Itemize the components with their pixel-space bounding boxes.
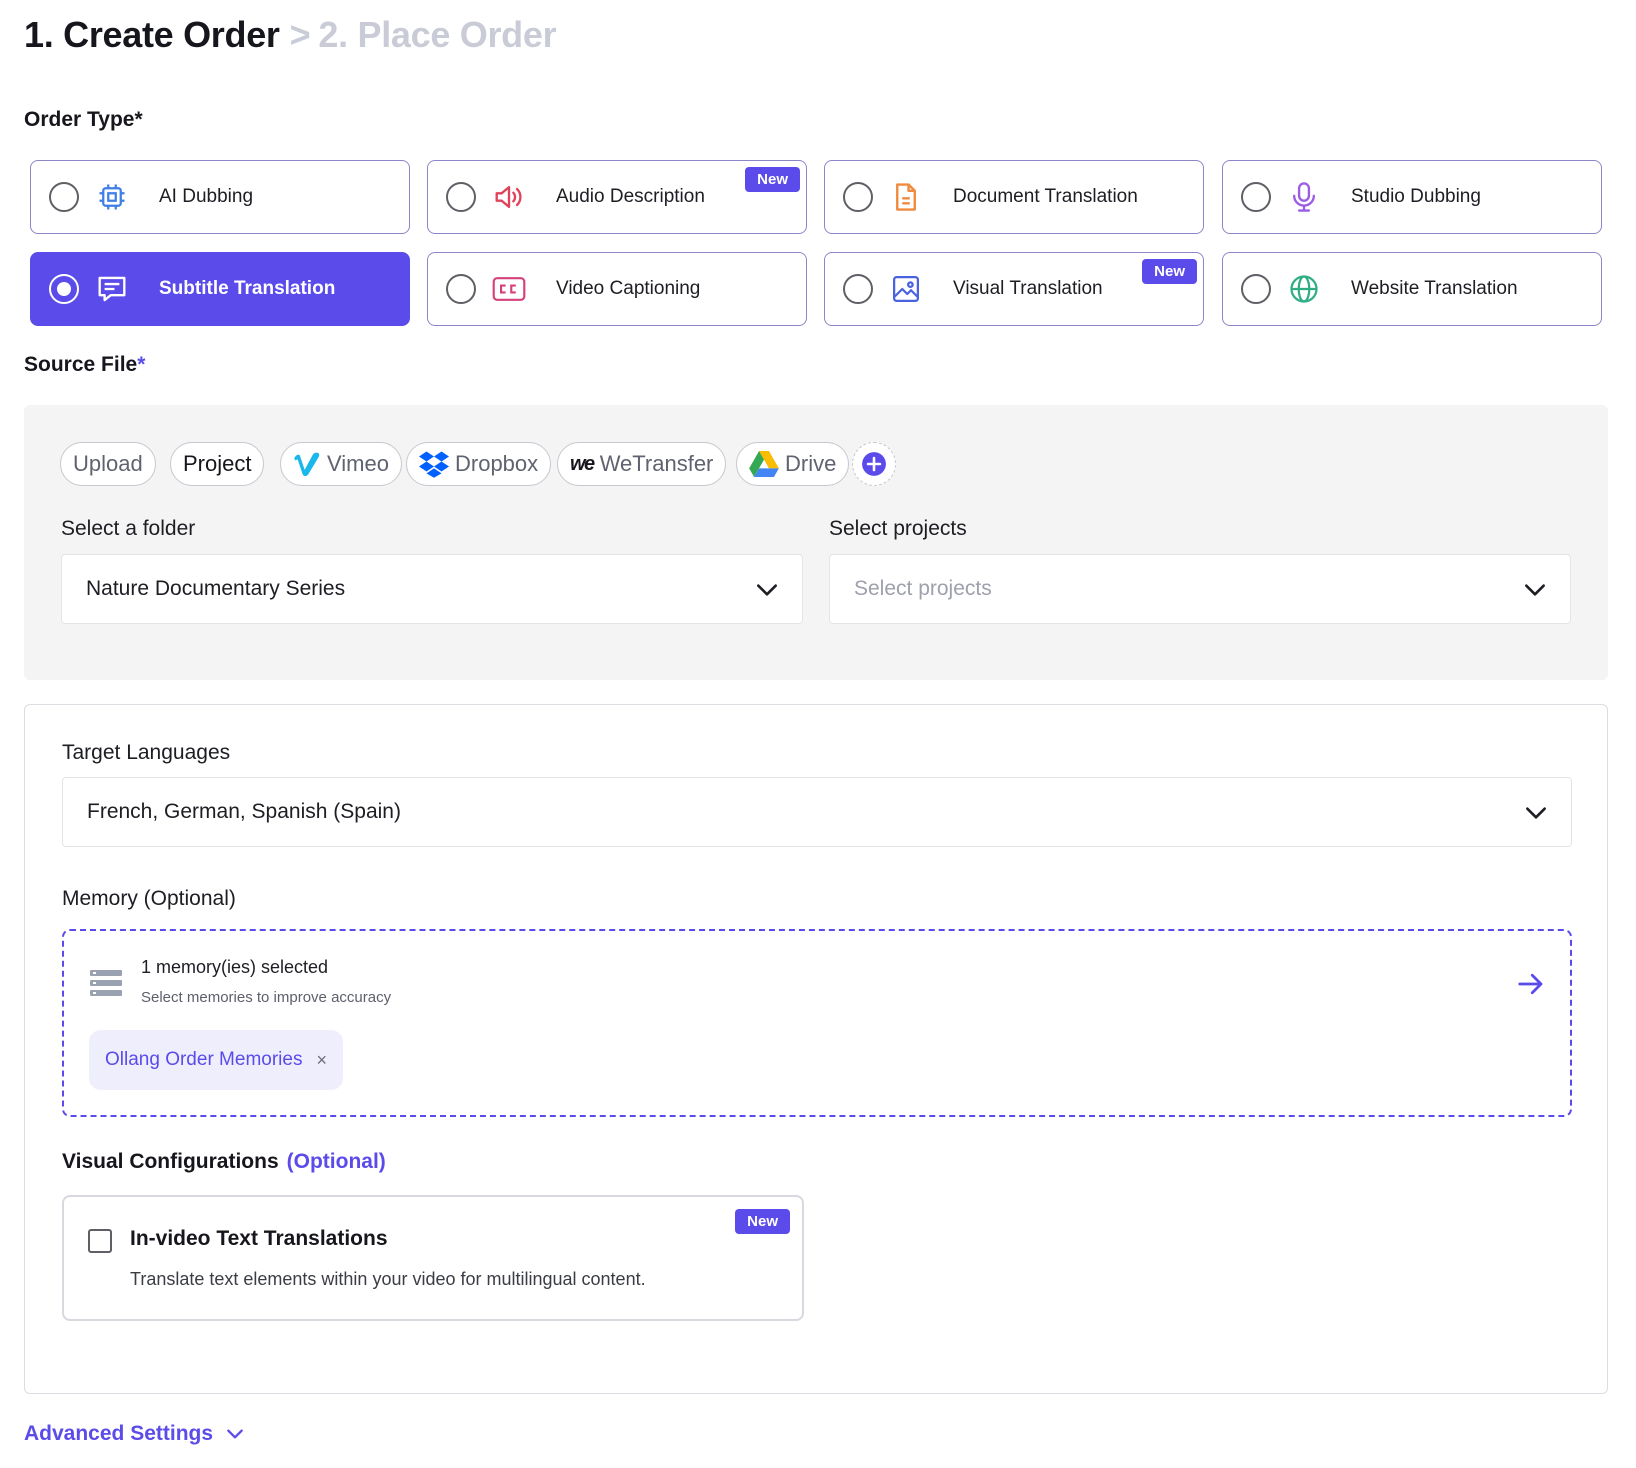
source-tab-drive[interactable]: Drive [736,442,850,486]
in-video-text-title: In-video Text Translations [130,1227,388,1250]
in-video-text-card[interactable]: In-video Text Translations Translate tex… [62,1195,804,1321]
globe-icon [1287,272,1321,306]
wetransfer-icon: we [570,452,595,475]
folder-label: Select a folder [61,517,196,540]
step-create-order: 1. Create Order [24,14,280,55]
image-icon [889,272,923,306]
order-type-label: Order Type* [24,108,143,131]
order-type-label-text: Audio Description [556,186,705,207]
add-source-button[interactable] [852,442,896,486]
radio-icon [49,274,79,304]
radio-icon [446,182,476,212]
order-type-visual-translation[interactable]: Visual Translation New [824,252,1204,326]
folder-select[interactable]: Nature Documentary Series [61,554,803,624]
in-video-text-desc: Translate text elements within your vide… [130,1269,646,1289]
arrow-right-icon[interactable] [1516,969,1546,1004]
vimeo-icon [293,451,321,477]
projects-label: Select projects [829,517,967,540]
radio-icon [843,274,873,304]
radio-icon [1241,274,1271,304]
order-type-studio-dubbing[interactable]: Studio Dubbing [1222,160,1602,234]
source-file-panel: Upload Project Vimeo Dropbox we WeTransf… [24,405,1608,680]
memory-selector[interactable]: 1 memory(ies) selected Select memories t… [62,929,1572,1117]
cc-icon [492,272,526,306]
order-type-website-translation[interactable]: Website Translation [1222,252,1602,326]
target-languages-select[interactable]: French, German, Spanish (Spain) [62,777,1572,847]
plus-circle-icon [862,452,886,476]
order-type-label-text: Video Captioning [556,278,701,299]
radio-icon [49,182,79,212]
advanced-settings-toggle[interactable]: Advanced Settings [24,1422,245,1446]
new-badge: New [1142,259,1197,284]
document-icon [889,180,923,214]
order-type-document-translation[interactable]: Document Translation [824,160,1204,234]
source-tab-dropbox[interactable]: Dropbox [406,442,552,486]
database-icon [90,969,122,1002]
step-separator: > [289,14,311,55]
source-file-label: Source File* [24,353,146,376]
chevron-down-icon [225,1424,245,1444]
projects-select[interactable]: Select projects [829,554,1571,624]
order-type-label-text: Studio Dubbing [1351,186,1481,207]
new-badge: New [745,167,800,192]
memory-tag: Ollang Order Memories × [89,1030,343,1090]
radio-icon [446,274,476,304]
order-type-audio-description[interactable]: Audio Description New [427,160,807,234]
order-type-label-text: Document Translation [953,186,1138,207]
order-type-label-text: Website Translation [1351,278,1518,299]
target-languages-label: Target Languages [62,741,231,764]
speaker-icon [492,180,526,214]
order-type-video-captioning[interactable]: Video Captioning [427,252,807,326]
subtitle-icon [95,272,129,306]
memory-hint: Select memories to improve accuracy [141,989,392,1006]
dropbox-icon [419,450,449,478]
drive-icon [749,451,779,477]
chip-icon [95,180,129,214]
in-video-text-checkbox[interactable] [88,1229,112,1253]
order-type-ai-dubbing[interactable]: AI Dubbing [30,160,410,234]
radio-icon [1241,182,1271,212]
order-type-label-text: Subtitle Translation [159,278,336,299]
new-badge: New [735,1209,790,1234]
visual-config-label: Visual Configurations (Optional) [62,1150,386,1173]
chevron-down-icon [754,577,780,609]
order-type-label-text: AI Dubbing [159,186,254,207]
step-place-order[interactable]: 2. Place Order [318,14,556,55]
source-tab-vimeo[interactable]: Vimeo [280,442,402,486]
source-tab-project[interactable]: Project [170,442,265,486]
order-config-panel: Target Languages French, German, Spanish… [24,704,1608,1394]
memory-count: 1 memory(ies) selected [141,957,329,977]
order-type-subtitle-translation[interactable]: Subtitle Translation [30,252,410,326]
remove-tag-icon[interactable]: × [316,1050,327,1071]
radio-icon [843,182,873,212]
source-tab-wetransfer[interactable]: we WeTransfer [557,442,727,486]
chevron-down-icon [1523,800,1549,832]
chevron-down-icon [1522,577,1548,609]
memory-label: Memory (Optional) [62,887,236,910]
source-tab-upload[interactable]: Upload [60,442,156,486]
page-title: 1. Create Order >2. Place Order [24,14,557,56]
order-type-label-text: Visual Translation [953,278,1103,299]
microphone-icon [1287,180,1321,214]
